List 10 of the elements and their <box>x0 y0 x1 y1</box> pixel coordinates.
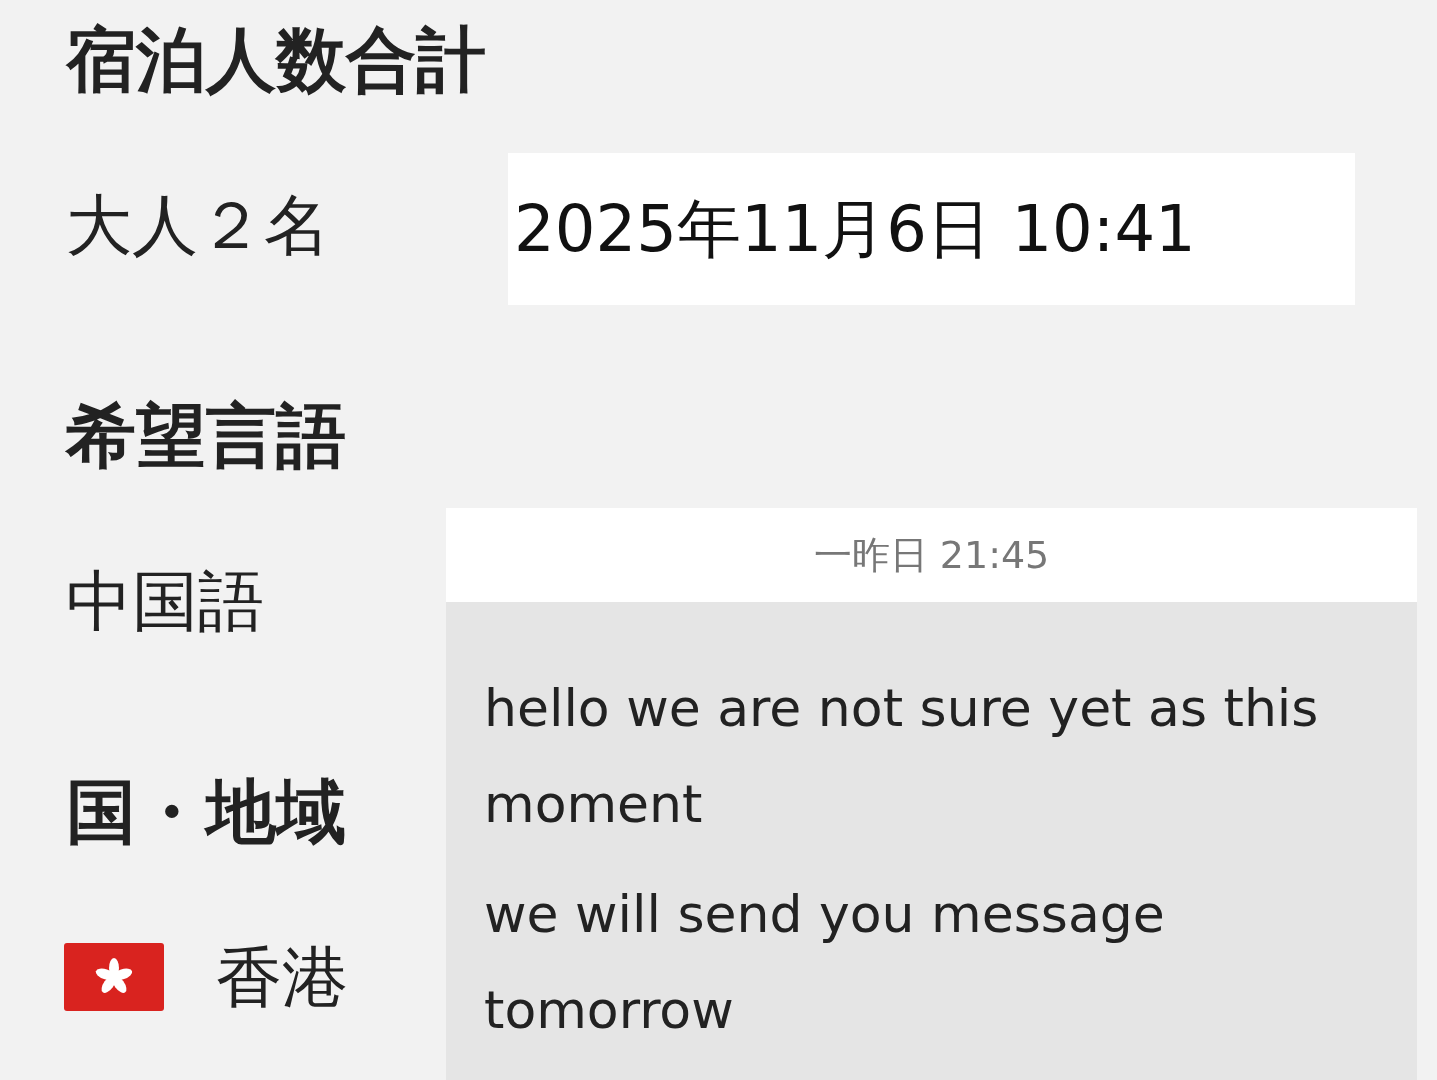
section-heading: 希望言語 <box>66 394 346 479</box>
section-heading: 宿泊人数合計 <box>66 18 486 103</box>
flag-icon <box>64 943 164 1011</box>
section-value: 中国語 <box>66 561 264 642</box>
message-text: we will send you message tomorrow <box>484 883 1166 1042</box>
message-time: 一昨日 21:45 <box>813 531 1050 579</box>
section-heading: 国・地域 <box>66 770 346 855</box>
section-value: 大人２名 <box>66 185 330 266</box>
date-time-text: 2025年11月6日 10:41 <box>514 191 1196 268</box>
section-value: 香港 <box>216 937 348 1018</box>
